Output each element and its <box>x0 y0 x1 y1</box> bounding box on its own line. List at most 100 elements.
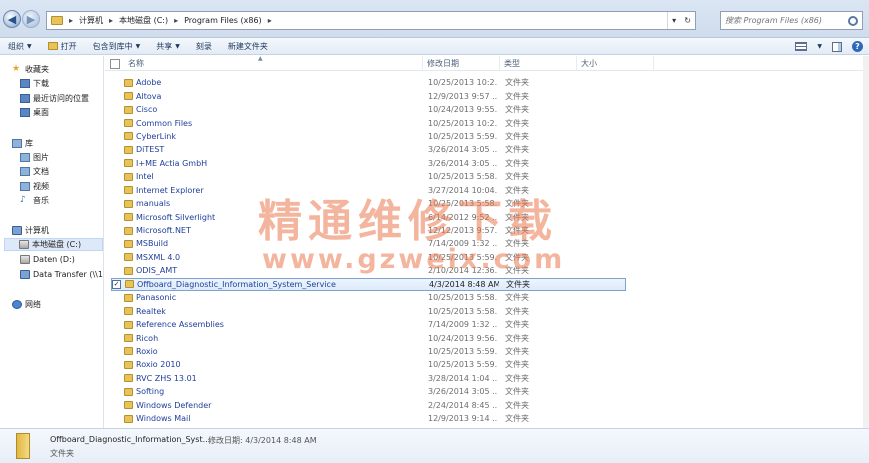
forward-button[interactable]: ▶ <box>22 10 40 28</box>
help-icon[interactable]: ? <box>852 41 863 52</box>
search-input[interactable] <box>725 16 835 25</box>
table-row[interactable]: Ricoh 10/24/2013 9:56... 文件夹 <box>105 331 869 344</box>
file-date: 10/25/2013 5:59... <box>428 131 498 141</box>
chevron-right-icon[interactable]: ▸ <box>69 16 73 25</box>
chevron-down-icon[interactable]: ▼ <box>817 43 822 50</box>
details-pane: Offboard_Diagnostic_Information_Syst... … <box>0 428 869 463</box>
back-button[interactable]: ◀ <box>3 10 21 28</box>
chevron-right-icon[interactable]: ▸ <box>174 16 178 25</box>
include-in-library-button[interactable]: 包含到库中 ▼ <box>85 41 149 52</box>
file-type: 文件夹 <box>505 78 529 88</box>
file-date: 10/24/2013 9:56... <box>428 333 498 343</box>
chevron-right-icon[interactable]: ▸ <box>268 16 272 25</box>
table-row[interactable]: Cisco 10/24/2013 9:55... 文件夹 <box>105 103 869 116</box>
row-checkbox[interactable]: ✓ <box>112 279 121 289</box>
folder-icon <box>124 266 133 275</box>
file-name: Roxio <box>124 347 158 356</box>
file-name: Panasonic <box>124 293 176 302</box>
file-type: 文件夹 <box>505 131 529 141</box>
folder-icon <box>124 347 133 356</box>
file-name: Internet Explorer <box>124 186 204 195</box>
file-date: 10/25/2013 5:59... <box>428 346 498 356</box>
nav-local-disk-c[interactable]: 本地磁盘 (C:) <box>4 238 103 251</box>
table-row[interactable]: Altova 12/9/2013 9:57 ... 文件夹 <box>105 89 869 102</box>
open-folder-icon <box>47 42 58 50</box>
breadcrumb-program-files[interactable]: Program Files (x86) <box>184 16 262 25</box>
folder-icon <box>124 92 133 101</box>
nav-network[interactable]: 网络 <box>12 298 115 311</box>
file-type: 文件夹 <box>505 333 529 343</box>
share-button[interactable]: 共享 ▼ <box>148 41 188 52</box>
column-name[interactable]: 名称 ▲ <box>105 55 423 71</box>
network-drive-icon <box>20 270 30 279</box>
table-row[interactable]: Realtek 10/25/2013 5:58... 文件夹 <box>105 304 869 317</box>
folder-icon <box>16 433 30 459</box>
folder-icon <box>51 16 63 25</box>
table-row[interactable]: RVC ZHS 13.01 3/28/2014 1:04 ... 文件夹 <box>105 372 869 385</box>
folder-icon <box>124 105 133 114</box>
new-folder-button[interactable]: 新建文件夹 <box>220 41 276 52</box>
table-row[interactable]: Roxio 2010 10/25/2013 5:59... 文件夹 <box>105 358 869 371</box>
hard-drive-icon <box>19 240 29 249</box>
file-date: 10/25/2013 5:58... <box>428 172 498 182</box>
table-row[interactable]: Adobe 10/25/2013 10:2... 文件夹 <box>105 76 869 89</box>
file-name: Microsoft.NET <box>124 226 191 235</box>
file-name: MSXML 4.0 <box>124 253 180 262</box>
table-row[interactable]: Softing 3/26/2014 3:05 ... 文件夹 <box>105 385 869 398</box>
nav-computer[interactable]: 计算机 <box>12 224 115 237</box>
file-type: 文件夹 <box>505 373 529 383</box>
view-options-icon[interactable] <box>795 42 808 51</box>
details-type: 文件夹 <box>50 449 74 458</box>
pictures-icon <box>20 153 30 162</box>
file-name: Windows Mail <box>124 414 191 423</box>
file-type: 文件夹 <box>505 105 529 115</box>
chevron-right-icon[interactable]: ▸ <box>109 16 113 25</box>
address-field[interactable]: ▸ 计算机 ▸ 本地磁盘 (C:) ▸ Program Files (x86) … <box>46 11 696 30</box>
breadcrumb-local-disk[interactable]: 本地磁盘 (C:) <box>119 15 168 26</box>
computer-icon <box>12 226 22 235</box>
nav-data-transfer[interactable]: Data Transfer (\\1 <box>20 268 103 281</box>
table-row[interactable]: Reference Assemblies 7/14/2009 1:32 ... 文件… <box>105 318 869 331</box>
table-row[interactable]: DiTEST 3/26/2014 3:05 ... 文件夹 <box>105 143 869 156</box>
column-type[interactable]: 类型 <box>500 56 577 71</box>
watermark-text: 精通维修下载 <box>258 196 558 247</box>
refresh-icon[interactable]: ↻ <box>684 16 691 25</box>
folder-icon <box>124 374 133 383</box>
organize-button[interactable]: 组织 ▼ <box>0 41 40 52</box>
table-row[interactable]: Panasonic 10/25/2013 5:58... 文件夹 <box>105 291 869 304</box>
folder-icon <box>124 307 133 316</box>
search-box[interactable] <box>720 11 863 30</box>
vertical-scrollbar[interactable] <box>863 56 869 428</box>
column-date-modified[interactable]: 修改日期 <box>423 56 500 71</box>
folder-icon <box>124 132 133 141</box>
table-row[interactable]: ✓ Offboard_Diagnostic_Information_System_… <box>111 277 626 291</box>
dropdown-icon[interactable]: ▾ <box>672 16 676 25</box>
folder-icon <box>124 213 133 222</box>
table-row[interactable]: CyberLink 10/25/2013 5:59... 文件夹 <box>105 130 869 143</box>
file-type: 文件夹 <box>505 360 529 370</box>
table-row[interactable]: Roxio 10/25/2013 5:59... 文件夹 <box>105 345 869 358</box>
toolbar-right: ▼ ? <box>795 38 869 55</box>
column-size[interactable]: 大小 <box>577 56 654 71</box>
table-row[interactable]: Windows Defender 2/24/2014 8:45 ... 文件夹 <box>105 399 869 412</box>
nav-libraries[interactable]: 库 <box>12 137 115 150</box>
folder-icon <box>124 253 133 262</box>
file-name: Windows Defender <box>124 401 211 410</box>
file-type: 文件夹 <box>505 414 529 424</box>
select-all-checkbox[interactable] <box>110 58 120 69</box>
preview-pane-icon[interactable] <box>832 41 842 52</box>
nav-favorites[interactable]: ★ 收藏夹 <box>12 63 115 76</box>
table-row[interactable]: Windows Mail 12/9/2013 9:14 ... 文件夹 <box>105 412 869 425</box>
table-row[interactable]: Common Files 10/25/2013 10:2... 文件夹 <box>105 116 869 129</box>
breadcrumb-computer[interactable]: 计算机 <box>79 15 103 26</box>
burn-button[interactable]: 刻录 <box>188 41 220 52</box>
downloads-icon <box>20 79 30 88</box>
search-icon[interactable] <box>848 15 858 26</box>
table-row[interactable]: I+ME Actia GmbH 3/26/2014 3:05 ... 文件夹 <box>105 157 869 170</box>
folder-icon <box>124 360 133 369</box>
file-type: 文件夹 <box>505 145 529 155</box>
table-row[interactable]: Intel 10/25/2013 5:58... 文件夹 <box>105 170 869 183</box>
open-button[interactable]: 打开 <box>40 41 85 52</box>
hard-drive-icon <box>20 255 30 264</box>
chevron-down-icon: ▼ <box>135 42 141 50</box>
